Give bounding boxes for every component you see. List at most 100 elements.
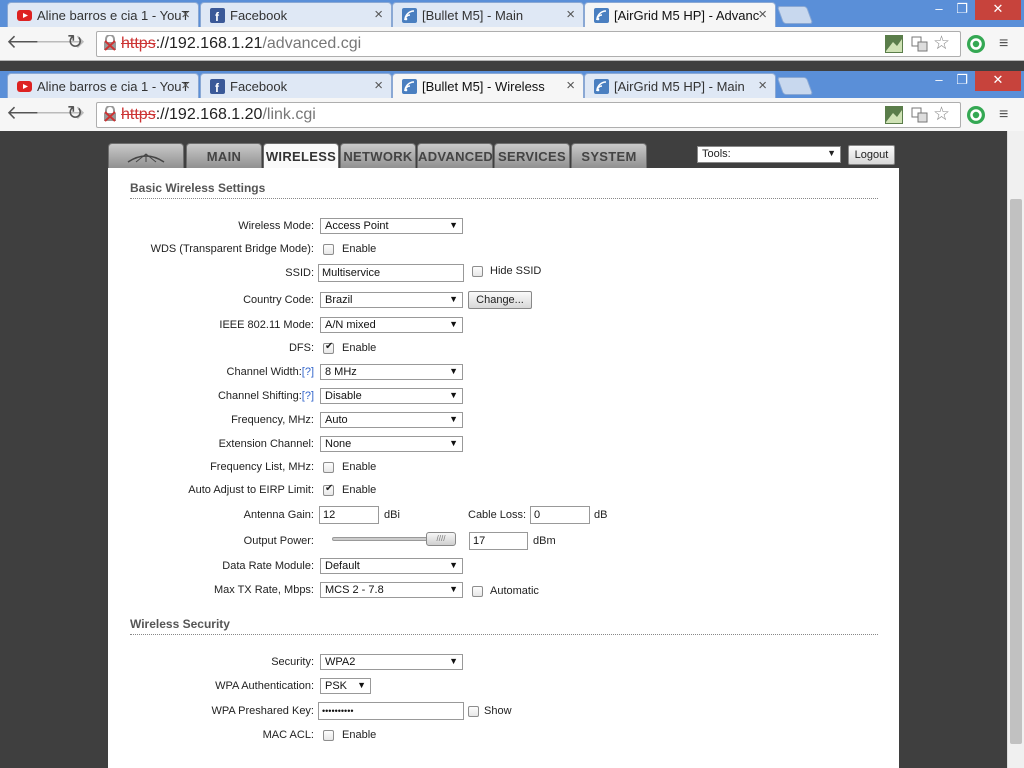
tab-youtube[interactable]: Aline barros e cia 1 - YouT × xyxy=(7,2,199,28)
output-power-input[interactable]: 17 xyxy=(469,532,528,550)
show-key-checkbox[interactable] xyxy=(468,706,479,717)
url-path: /link.cgi xyxy=(262,106,316,123)
eirp-checkbox[interactable] xyxy=(323,483,334,496)
logout-button[interactable]: Logout xyxy=(848,145,895,165)
dfs-checkbox[interactable] xyxy=(323,341,334,354)
back-icon[interactable]: 🡐 xyxy=(6,104,57,126)
tab-airgrid-main[interactable]: [AirGrid M5 HP] - Main × xyxy=(584,73,776,99)
close-tab-icon[interactable]: × xyxy=(374,77,383,94)
translate-icon[interactable] xyxy=(910,34,930,54)
facebook-icon: f xyxy=(210,79,225,94)
menu-icon[interactable]: ≡ xyxy=(999,105,1019,125)
image-extension-icon[interactable] xyxy=(884,34,904,54)
address-bar[interactable]: https://192.168.1.21/advanced.cgi xyxy=(96,31,961,57)
channel-shifting-value: Disable xyxy=(325,390,362,402)
change-country-button[interactable]: Change... xyxy=(468,291,532,309)
close-tab-icon[interactable]: × xyxy=(374,6,383,23)
tab-bullet-main[interactable]: [Bullet M5] - Main × xyxy=(392,2,584,28)
channel-shifting-label: Channel Shifting:[?] xyxy=(218,390,314,402)
cable-loss-unit: dB xyxy=(594,509,608,521)
channel-shifting-select[interactable]: Disable ▼ xyxy=(320,388,463,404)
wds-checkbox[interactable] xyxy=(323,244,334,255)
reload-icon[interactable]: ↻ xyxy=(64,104,86,126)
data-rate-module-select[interactable]: Default ▼ xyxy=(320,558,463,574)
tab-main[interactable]: MAIN xyxy=(186,143,262,169)
forward-icon[interactable]: 🡒 xyxy=(35,104,86,126)
channel-width-select[interactable]: 8 MHz ▼ xyxy=(320,364,463,380)
frequency-select[interactable]: Auto ▼ xyxy=(320,412,463,428)
wpa-authentication-select[interactable]: PSK ▼ xyxy=(320,678,371,694)
airos-page: MAIN WIRELESS NETWORK ADVANCED SERVICES … xyxy=(0,131,1024,768)
menu-icon[interactable]: ≡ xyxy=(999,34,1019,54)
ssid-input[interactable]: Multiservice xyxy=(318,264,464,282)
new-tab-button[interactable] xyxy=(776,77,814,95)
max-tx-rate-value: MCS 2 - 7.8 xyxy=(325,584,384,596)
ssid-label: SSID: xyxy=(285,267,314,279)
page-scrollbar[interactable] xyxy=(1007,131,1024,768)
new-tab-button[interactable] xyxy=(776,6,814,24)
wireless-mode-select[interactable]: Access Point ▼ xyxy=(320,218,463,234)
output-power-label: Output Power: xyxy=(243,535,314,547)
ieee-mode-select[interactable]: A/N mixed ▼ xyxy=(320,317,463,333)
security-select[interactable]: WPA2 ▼ xyxy=(320,654,463,670)
window-close-icon[interactable]: ✕ xyxy=(975,0,1021,20)
bookmark-star-icon[interactable]: ☆ xyxy=(933,34,953,54)
tab-facebook[interactable]: f Facebook × xyxy=(200,2,392,28)
tab-system[interactable]: SYSTEM xyxy=(571,143,647,169)
close-tab-icon[interactable]: × xyxy=(758,77,767,94)
tab-advanced[interactable]: ADVANCED xyxy=(417,143,493,169)
dropdown-arrow-icon: ▼ xyxy=(449,220,458,230)
tab-label: Aline barros e cia 1 - YouT xyxy=(37,8,190,23)
extension-channel-select[interactable]: None ▼ xyxy=(320,436,463,452)
antenna-gain-input[interactable]: 12 xyxy=(319,506,379,524)
output-power-slider-handle[interactable]: //// xyxy=(426,532,456,546)
close-tab-icon[interactable]: × xyxy=(566,6,575,23)
automatic-checkbox[interactable] xyxy=(472,586,483,597)
address-bar[interactable]: https://192.168.1.20/link.cgi xyxy=(96,102,961,128)
wpa-key-label: WPA Preshared Key: xyxy=(211,705,314,717)
tab-network[interactable]: NETWORK xyxy=(340,143,416,169)
wpa-key-input[interactable]: •••••••••• xyxy=(318,702,464,720)
image-extension-icon[interactable] xyxy=(884,105,904,125)
bookmark-star-icon[interactable]: ☆ xyxy=(933,105,953,125)
tab-wireless[interactable]: WIRELESS xyxy=(263,143,339,171)
back-icon[interactable]: 🡐 xyxy=(6,33,57,55)
tab-airgrid-advanced[interactable]: [AirGrid M5 HP] - Advanc × xyxy=(584,2,776,28)
tab-bullet-wireless[interactable]: [Bullet M5] - Wireless × xyxy=(392,73,584,99)
maximize-icon[interactable]: ❐ xyxy=(948,0,976,20)
tab-logo[interactable] xyxy=(108,143,184,169)
close-tab-icon[interactable]: × xyxy=(181,6,190,23)
window-close-icon[interactable]: ✕ xyxy=(975,71,1021,91)
extension-icon[interactable] xyxy=(966,34,986,54)
tab-label: [Bullet M5] - Wireless xyxy=(422,79,545,94)
channel-width-help-link[interactable]: [?] xyxy=(302,366,314,378)
forward-icon[interactable]: 🡒 xyxy=(35,33,86,55)
close-tab-icon[interactable]: × xyxy=(758,6,767,23)
scrollbar-thumb[interactable] xyxy=(1010,199,1022,744)
maximize-icon[interactable]: ❐ xyxy=(948,71,976,91)
ubiquiti-logo-icon xyxy=(127,153,165,163)
channel-shifting-help-link[interactable]: [?] xyxy=(302,390,314,402)
tab-youtube[interactable]: Aline barros e cia 1 - YouT × xyxy=(7,73,199,99)
tab-facebook[interactable]: f Facebook × xyxy=(200,73,392,99)
dfs-option-label: Enable xyxy=(342,342,377,354)
mac-acl-checkbox[interactable] xyxy=(323,730,334,741)
frequency-list-checkbox[interactable] xyxy=(323,462,334,473)
max-tx-rate-label: Max TX Rate, Mbps: xyxy=(213,584,314,596)
close-tab-icon[interactable]: × xyxy=(181,77,190,94)
hide-ssid-checkbox[interactable] xyxy=(472,266,483,277)
basic-section-title: Basic Wireless Settings xyxy=(130,181,878,199)
extension-icon[interactable] xyxy=(966,105,986,125)
reload-icon[interactable]: ↻ xyxy=(64,33,86,55)
url-path: /advanced.cgi xyxy=(262,35,362,52)
close-tab-icon[interactable]: × xyxy=(566,77,575,94)
cable-loss-input[interactable]: 0 xyxy=(530,506,590,524)
toolbar-1: 🡐 🡒 ↻ https://192.168.1.21/advanced.cgi … xyxy=(0,27,1024,61)
dropdown-arrow-icon: ▼ xyxy=(449,584,458,594)
max-tx-rate-select[interactable]: MCS 2 - 7.8 ▼ xyxy=(320,582,463,598)
tools-select[interactable]: Tools: ▼ xyxy=(697,146,841,163)
country-code-select[interactable]: Brazil ▼ xyxy=(320,292,463,308)
translate-icon[interactable] xyxy=(910,105,930,125)
dropdown-arrow-icon: ▼ xyxy=(449,656,458,666)
tab-services[interactable]: SERVICES xyxy=(494,143,570,169)
